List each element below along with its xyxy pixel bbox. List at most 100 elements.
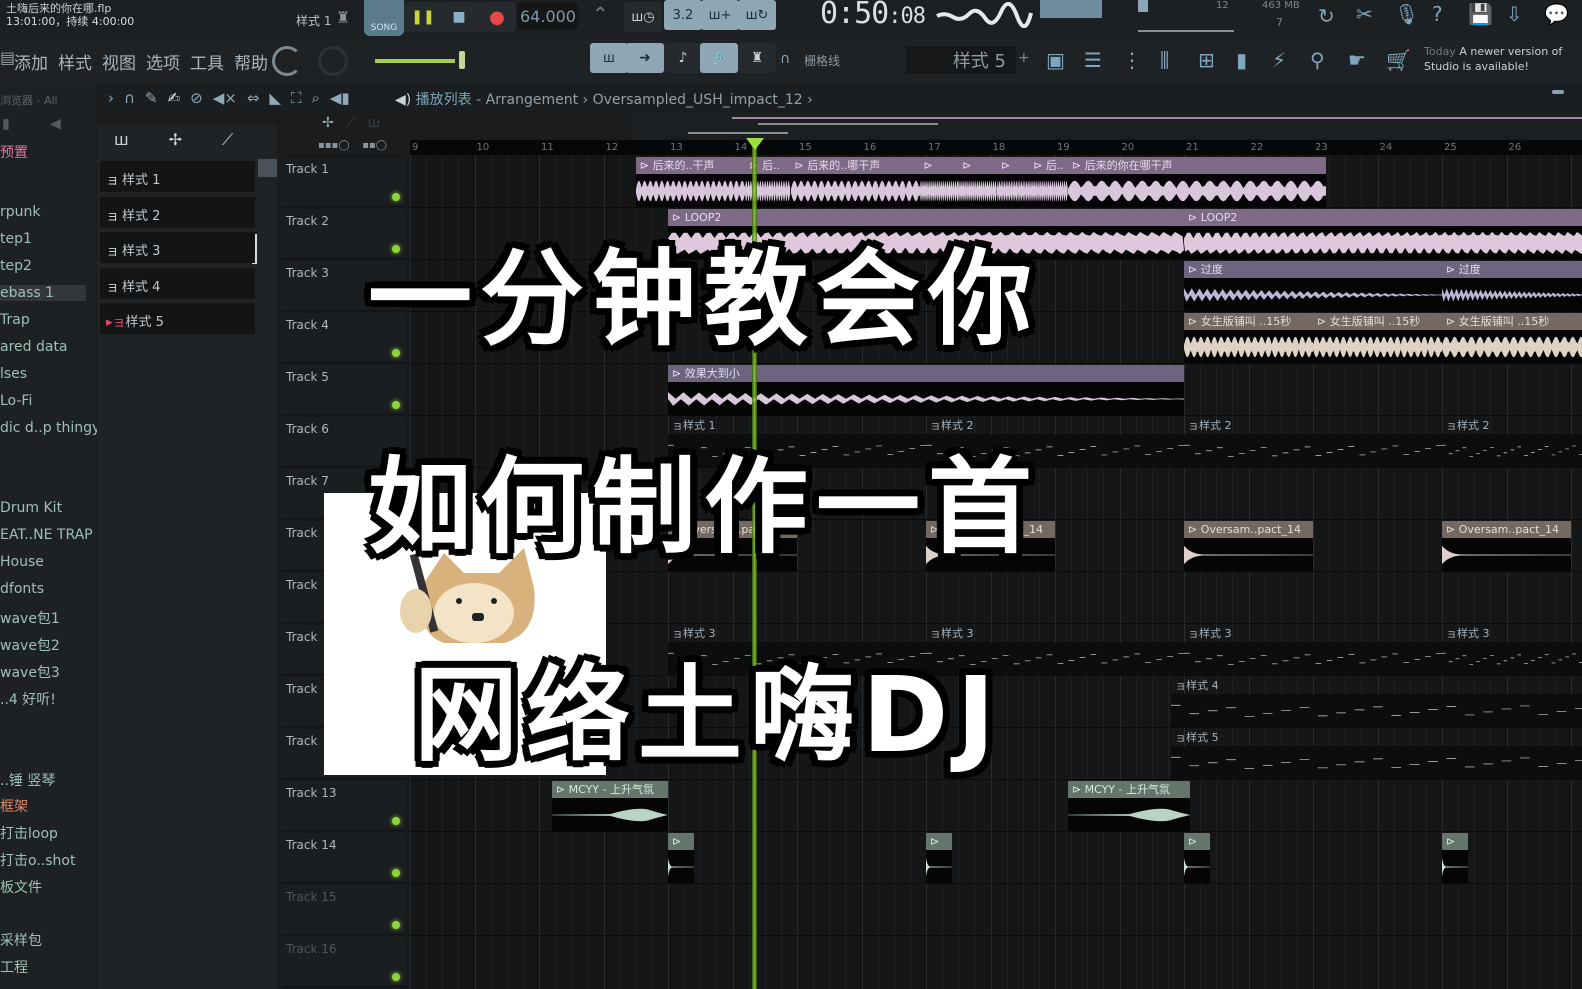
playlist-clip[interactable]: ョ样式 2 [1184,417,1442,467]
pattern-list-item[interactable]: ョ样式 4 [100,267,255,299]
track-header[interactable]: Track 5 [282,365,406,415]
channel-rack-icon[interactable]: ☰ [1084,48,1102,72]
countdown-icon[interactable]: 3.2 [664,0,702,30]
news-panel[interactable]: Today A newer version of Studio is availa… [1424,44,1562,74]
record-button[interactable]: ● [478,2,516,32]
audio-icon[interactable]: ✢ [322,115,334,131]
browser-item[interactable]: dic d..p thingy [0,420,100,436]
track-enable-led[interactable] [392,973,400,981]
track-enable-led[interactable] [392,869,400,877]
browser-item[interactable]: 框架 [0,796,28,816]
undo-history-icon[interactable]: ↻ [1318,4,1335,28]
playback-icon[interactable]: ◀▮ [330,89,350,107]
menu-icon[interactable]: ▤ [0,48,15,67]
master-pitch-knob[interactable] [318,46,348,76]
menu-view[interactable]: 视图 [102,49,136,74]
browser-item[interactable]: House [0,554,44,570]
tempo-display[interactable]: 64.000 [518,2,578,30]
master-volume-slider[interactable] [1138,0,1148,12]
export-icon[interactable]: ⇩ [1506,2,1523,26]
browser-item[interactable]: ared data [0,339,68,355]
step-edit-icon[interactable]: ш+ [701,0,739,30]
browser-item[interactable]: ..锤 竖琴 [0,770,55,790]
browser-item[interactable]: 工程 [0,957,28,977]
playlist-clip[interactable]: ョ样式 5 [1171,729,1582,779]
mixer-icon[interactable]: ⫼ [1160,48,1169,72]
playlist-clip[interactable]: ⊳ 女生版铺叫 ..15秒 [1313,313,1442,363]
playlist-clip[interactable]: ⊳ 后.. [1029,157,1068,207]
mute-icon[interactable]: ◀× [213,89,237,107]
browser-item[interactable]: Lo-Fi [0,393,32,409]
pattern-panel-scroll[interactable] [258,159,277,177]
browser-item[interactable]: lses [0,366,27,382]
loop-record-icon[interactable]: ш↻ [738,0,776,30]
delete-icon[interactable]: ⊘ [190,89,203,107]
magnet-icon[interactable]: ∩ [780,51,790,67]
playlist-clip[interactable]: ⊳ 女生版铺叫 ..15秒 [1442,313,1582,363]
pattern-stamp-icon[interactable]: ♜ [336,8,350,27]
expand-icon[interactable]: › [108,89,114,107]
track-header[interactable]: Track 13 [282,781,406,831]
track-enable-led[interactable] [392,921,400,929]
slip-icon[interactable]: ⇔ [247,89,260,107]
stamp-icon[interactable]: ♜ [738,43,776,73]
zoom-sliders[interactable]: ▪▪▪◯ ▪▪◯ [318,140,387,151]
stop-button[interactable]: ■ [440,2,478,32]
playlist-clip[interactable]: ⊳ 效果大到小 [668,365,1184,415]
snap-magnet-icon[interactable]: ∩ [124,89,135,107]
file-icon[interactable]: ▮ [1236,48,1247,72]
playlist-clip[interactable]: ⊳ 过度 [1442,261,1582,311]
playlist-clip[interactable]: ョ样式 2 [1442,417,1582,467]
chat-icon[interactable]: 💬 [1544,2,1569,26]
master-volume-knob[interactable] [272,46,302,76]
pause-button[interactable]: ❚❚ [404,2,442,32]
help-icon[interactable]: ? [1432,2,1443,26]
volume-bar[interactable] [375,59,455,63]
browser-item[interactable]: 打击o..shot [0,850,75,870]
browser-item[interactable]: rpunk [0,204,41,220]
automation-clip-icon[interactable]: ⟋ [346,115,356,131]
browser-item[interactable]: Trap [0,312,30,328]
plugin-icon[interactable]: ⚡ [1272,48,1286,72]
performance-icon[interactable]: ⚲ [1310,48,1325,72]
menu-help[interactable]: 帮助 [234,49,268,74]
arrow-icon[interactable]: ➜ [626,43,664,73]
playlist-clip[interactable]: ⊳ LOOP2 [1184,209,1582,259]
piano-roll-icon[interactable]: ⋮ [1122,48,1142,72]
browser-item[interactable]: 打击loop [0,823,58,843]
playlist-clip[interactable]: ⊳ 女生版铺叫 ..15秒 [1184,313,1313,363]
cut-icon[interactable]: ✂ [1356,2,1373,26]
playlist-overview[interactable] [628,112,1582,138]
browser-item[interactable]: ebass 1 [0,285,86,301]
menu-tools[interactable]: 工具 [190,49,224,74]
pattern-icon[interactable]: ш [114,130,129,150]
pattern-list-item[interactable]: ▸ョ样式 5 [100,303,255,334]
playlist-clip[interactable]: ⊳ Oversam..pact_14 [1184,521,1313,571]
link-icon[interactable]: 🔗 [700,43,738,73]
playlist-icon[interactable]: ▣ [1046,48,1065,72]
menu-add[interactable]: 添加 [14,49,48,74]
pat-song-toggle[interactable]: SONG [364,0,404,36]
touch-icon[interactable]: ☛ [1348,48,1366,72]
menu-patterns[interactable]: 样式 [58,49,92,74]
snap-select[interactable]: 栅格线 [800,46,868,74]
browser-item[interactable]: 预置 [0,142,28,162]
browser-tree-icon[interactable]: ⊞ [1198,48,1215,72]
browser-item[interactable]: 采样包 [0,930,42,950]
select-icon[interactable]: ⛶ [291,89,302,107]
playlist-clip[interactable]: ⊳ 后来的..干声 [635,157,746,207]
playlist-clip[interactable]: ョ样式 3 [1184,625,1442,675]
browser-item[interactable]: wave包1 [0,608,60,628]
playhead-marker[interactable] [746,138,764,150]
playlist-clip[interactable]: ⊳ [919,157,959,207]
add-pattern-icon[interactable]: + [1018,50,1030,66]
audio-clip-icon[interactable]: ✢ [169,130,182,150]
playlist-clip[interactable]: ⊳ 后来的..哪干声 [790,157,920,207]
browser-speaker-icon[interactable]: ◀ [50,116,61,132]
paint-icon[interactable]: ✍ [168,89,181,107]
pattern-clip-icon[interactable]: ш [368,115,381,131]
browser-item[interactable]: Drum Kit [0,500,62,516]
track-header[interactable]: Track 14 [282,833,406,883]
microphone-icon[interactable]: 🎙 [1394,2,1419,26]
browser-item[interactable]: EAT..NE TRAP [0,527,93,543]
